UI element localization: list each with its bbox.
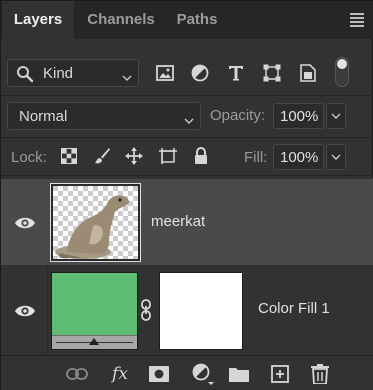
tab-paths[interactable]: Paths xyxy=(169,1,225,39)
filter-kind-select[interactable]: Kind xyxy=(7,59,139,87)
divider xyxy=(1,175,373,176)
layers-panel: Layers Channels Paths Kind Normal Opacit… xyxy=(0,0,373,390)
blend-mode-value: Normal xyxy=(19,108,68,125)
chevron-down-icon xyxy=(184,112,194,130)
layer-thumbnail-meerkat[interactable] xyxy=(50,183,141,262)
tab-channels[interactable]: Channels xyxy=(79,1,163,39)
delete-layer-icon[interactable] xyxy=(308,362,332,386)
opacity-input[interactable]: 100% xyxy=(273,103,324,129)
shape-filter-icon[interactable] xyxy=(261,61,283,85)
layers-bottom-toolbar: fx xyxy=(1,355,373,390)
blend-mode-select[interactable]: Normal xyxy=(7,102,201,130)
new-group-icon[interactable] xyxy=(227,362,251,386)
fx-icon[interactable]: fx xyxy=(108,362,132,386)
meerkat-image xyxy=(53,186,138,259)
filter-toggle-switch[interactable] xyxy=(335,57,349,87)
tab-layers[interactable]: Layers xyxy=(2,1,74,39)
layer-mask-thumbnail[interactable] xyxy=(159,272,243,350)
lock-all-icon[interactable] xyxy=(190,145,212,167)
opacity-dropdown-button[interactable] xyxy=(326,103,346,129)
layer-row-meerkat[interactable]: meerkat xyxy=(1,179,373,265)
divider xyxy=(1,95,373,96)
search-icon xyxy=(16,65,34,88)
add-mask-icon[interactable] xyxy=(147,362,171,386)
layer-name[interactable]: meerkat xyxy=(151,213,205,230)
fill-input[interactable]: 100% xyxy=(273,144,324,170)
lock-transparent-pixels-icon[interactable] xyxy=(58,145,80,167)
eye-icon[interactable] xyxy=(14,304,36,318)
type-filter-icon[interactable] xyxy=(225,61,247,85)
fill-dropdown-button[interactable] xyxy=(326,144,346,170)
filter-kind-label: Kind xyxy=(43,65,74,82)
chevron-down-icon xyxy=(331,154,341,160)
adjustment-filter-icon[interactable] xyxy=(189,61,211,85)
layer-row-color-fill[interactable]: Color Fill 1 xyxy=(1,269,373,357)
triangle-up-icon xyxy=(56,338,133,345)
layer-list: meerkat Color Fill 1 xyxy=(1,177,373,359)
panel-tab-bar: Layers Channels Paths xyxy=(1,1,373,39)
lock-position-icon[interactable] xyxy=(123,145,145,167)
chevron-down-icon xyxy=(122,69,132,87)
chevron-down-icon xyxy=(331,113,341,119)
lock-label: Lock: xyxy=(11,149,47,166)
image-filter-icon[interactable] xyxy=(154,61,176,85)
smart-object-filter-icon[interactable] xyxy=(297,61,319,85)
layer-name[interactable]: Color Fill 1 xyxy=(258,300,330,317)
toggle-knob xyxy=(337,59,347,69)
fill-thumbnail-bar xyxy=(52,335,137,349)
hamburger-menu-icon[interactable] xyxy=(350,13,364,27)
opacity-label: Opacity: xyxy=(210,107,266,124)
mask-link-icon[interactable] xyxy=(139,299,153,326)
divider xyxy=(1,137,373,138)
eye-icon[interactable] xyxy=(14,216,36,230)
lock-image-pixels-icon[interactable] xyxy=(91,145,113,167)
link-layers-icon[interactable] xyxy=(65,362,89,386)
fill-label: Fill: xyxy=(244,149,268,166)
new-adjustment-layer-icon[interactable] xyxy=(191,362,215,386)
new-layer-icon[interactable] xyxy=(268,362,292,386)
prevent-autonest-icon[interactable] xyxy=(157,145,179,167)
fill-color-thumbnail[interactable] xyxy=(51,272,138,350)
